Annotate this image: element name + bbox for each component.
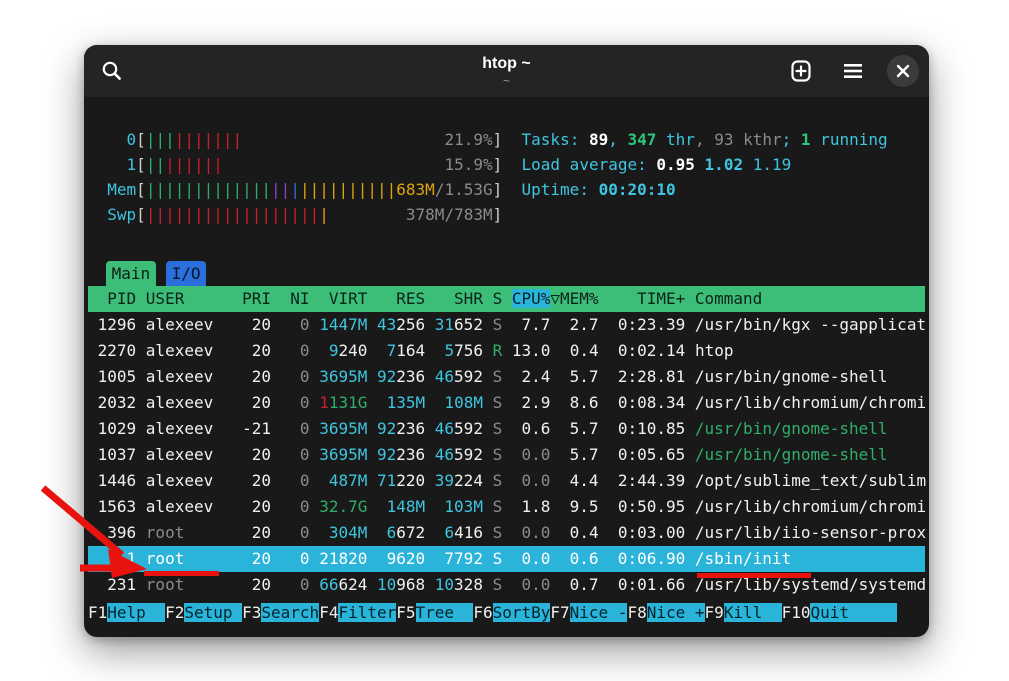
new-tab-icon: [789, 59, 813, 83]
fkey-f7: F7: [550, 603, 569, 622]
fkey-f7-action[interactable]: Nice -: [570, 603, 628, 622]
fkey-f5-action[interactable]: Tree: [416, 603, 474, 622]
meter-line-1: 1[|||||||| 15.9%] Load average: 0.95 1.0…: [88, 152, 925, 177]
system-meters: 0[|||||||||| 21.9%] Tasks: 89, 347 thr, …: [88, 127, 925, 227]
fkey-f3: F3: [242, 603, 261, 622]
fkey-f4-action[interactable]: Filter: [338, 603, 396, 622]
close-icon: [896, 64, 910, 78]
fkey-f10: F10: [782, 603, 811, 622]
close-button[interactable]: [887, 55, 919, 87]
desktop-background: htop ~ ~: [0, 0, 1009, 681]
table-row[interactable]: 1296 alexeev 20 0 1447M 43256 31652 S 7.…: [88, 312, 925, 338]
meter-line-2: Mem[||||||||||||||||||||||||||683M/1.53G…: [88, 177, 925, 202]
fkey-f4: F4: [319, 603, 338, 622]
table-header[interactable]: PID USER PRI NI VIRT RES SHR S CPU%▽MEM%…: [88, 286, 925, 312]
hamburger-menu-icon: [842, 62, 864, 80]
tab-io[interactable]: I/O: [166, 261, 206, 286]
terminal-window: htop ~ ~: [84, 45, 929, 637]
table-header-right: MEM% TIME+ Command: [560, 289, 762, 308]
table-row[interactable]: 1005 alexeev 20 0 3695M 92236 46592 S 2.…: [88, 364, 925, 390]
fkey-f9: F9: [705, 603, 724, 622]
table-header-left: PID USER PRI NI VIRT RES SHR S: [88, 289, 512, 308]
fkey-f8: F8: [627, 603, 646, 622]
new-tab-button[interactable]: [783, 53, 819, 89]
function-key-bar: F1Help F2Setup F3SearchF4FilterF5Tree F6…: [88, 600, 925, 626]
fkey-f5: F5: [396, 603, 415, 622]
menu-button[interactable]: [835, 53, 871, 89]
process-table: 1296 alexeev 20 0 1447M 43256 31652 S 7.…: [88, 312, 925, 598]
table-row-selected[interactable]: 1 root 20 0 21820 9620 7792 S 0.0 0.6 0:…: [88, 546, 925, 572]
meter-line-3: Swp[||||||||||||||||||| 378M/783M]: [88, 202, 925, 227]
fkey-f8-action[interactable]: Nice +: [647, 603, 705, 622]
table-row[interactable]: 231 root 20 0 66624 10968 10328 S 0.0 0.…: [88, 572, 925, 598]
fkey-f2: F2: [165, 603, 184, 622]
window-subtitle: ~: [503, 75, 510, 88]
screen-tabs: Main I/O: [88, 259, 925, 286]
table-row[interactable]: 396 root 20 0 304M 6672 6416 S 0.0 0.4 0…: [88, 520, 925, 546]
table-row[interactable]: 1446 alexeev 20 0 487M 71220 39224 S 0.0…: [88, 468, 925, 494]
fkey-f2-action[interactable]: Setup: [184, 603, 242, 622]
table-row[interactable]: 1037 alexeev 20 0 3695M 92236 46592 S 0.…: [88, 442, 925, 468]
fkey-f1-action[interactable]: Help: [107, 603, 165, 622]
fkey-f6-action[interactable]: SortBy: [493, 603, 551, 622]
tab-main[interactable]: Main: [106, 261, 156, 286]
fkey-f10-action[interactable]: Quit: [810, 603, 897, 622]
titlebar: htop ~ ~: [84, 45, 929, 97]
table-row[interactable]: 1029 alexeev -21 0 3695M 92236 46592 S 0…: [88, 416, 925, 442]
window-title: htop ~: [482, 55, 530, 73]
search-button[interactable]: [94, 53, 130, 89]
fkey-f3-action[interactable]: Search: [261, 603, 319, 622]
table-row[interactable]: 2032 alexeev 20 0 1131G 135M 108M S 2.9 …: [88, 390, 925, 416]
sort-arrow-icon: ▽: [550, 289, 560, 308]
meter-line-0: 0[|||||||||| 21.9%] Tasks: 89, 347 thr, …: [88, 127, 925, 152]
table-row[interactable]: 1563 alexeev 20 0 32.7G 148M 103M S 1.8 …: [88, 494, 925, 520]
fkey-f9-action[interactable]: Kill: [724, 603, 782, 622]
fkey-f6: F6: [473, 603, 492, 622]
table-row[interactable]: 2270 alexeev 20 0 9240 7164 5756 R 13.0 …: [88, 338, 925, 364]
terminal-content: 0[|||||||||| 21.9%] Tasks: 89, 347 thr, …: [84, 97, 929, 626]
fkey-f1: F1: [88, 603, 107, 622]
search-icon: [101, 60, 123, 82]
sort-column-cpu[interactable]: CPU%: [512, 289, 551, 308]
